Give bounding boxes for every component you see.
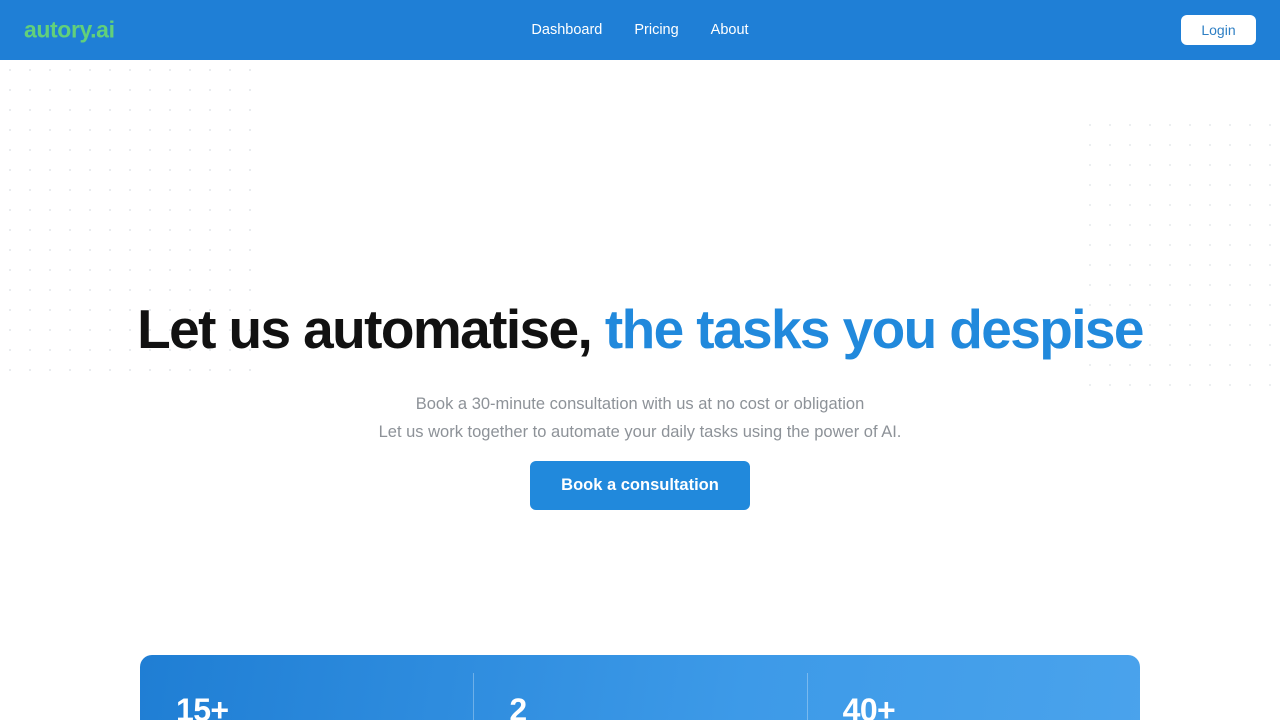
stat-value: 40+	[842, 692, 896, 720]
hero-subtitle-line-2: Let us work together to automate your da…	[378, 423, 902, 441]
hero-section: Let us automatise, the tasks you despise…	[0, 60, 1280, 720]
hero-subtitle: Book a 30-minute consultation with us at…	[0, 390, 1280, 446]
stat-value: 2	[509, 692, 527, 720]
hero-subtitle-line-1: Book a 30-minute consultation with us at…	[415, 395, 865, 413]
site-header: autory.ai Dashboard Pricing About Login	[0, 0, 1280, 60]
nav-item-pricing[interactable]: Pricing	[634, 22, 678, 38]
headline-accent: the tasks you despise	[604, 298, 1145, 360]
nav-item-dashboard[interactable]: Dashboard	[531, 22, 602, 38]
stat-item-1: 15+	[140, 655, 473, 720]
book-consultation-button[interactable]: Book a consultation	[530, 461, 750, 510]
stat-item-3: 40+	[806, 655, 1140, 720]
stats-card: 15+ 2 40+	[140, 655, 1140, 720]
stat-item-2: 2	[473, 655, 806, 720]
headline-main: Let us automatise,	[137, 298, 593, 360]
login-button[interactable]: Login	[1181, 15, 1256, 45]
main-navigation: Dashboard Pricing About	[531, 22, 748, 38]
logo[interactable]: autory.ai	[24, 17, 115, 44]
stat-value: 15+	[176, 692, 229, 720]
page-title: Let us automatise, the tasks you despise	[0, 298, 1280, 360]
nav-item-about[interactable]: About	[711, 22, 749, 38]
